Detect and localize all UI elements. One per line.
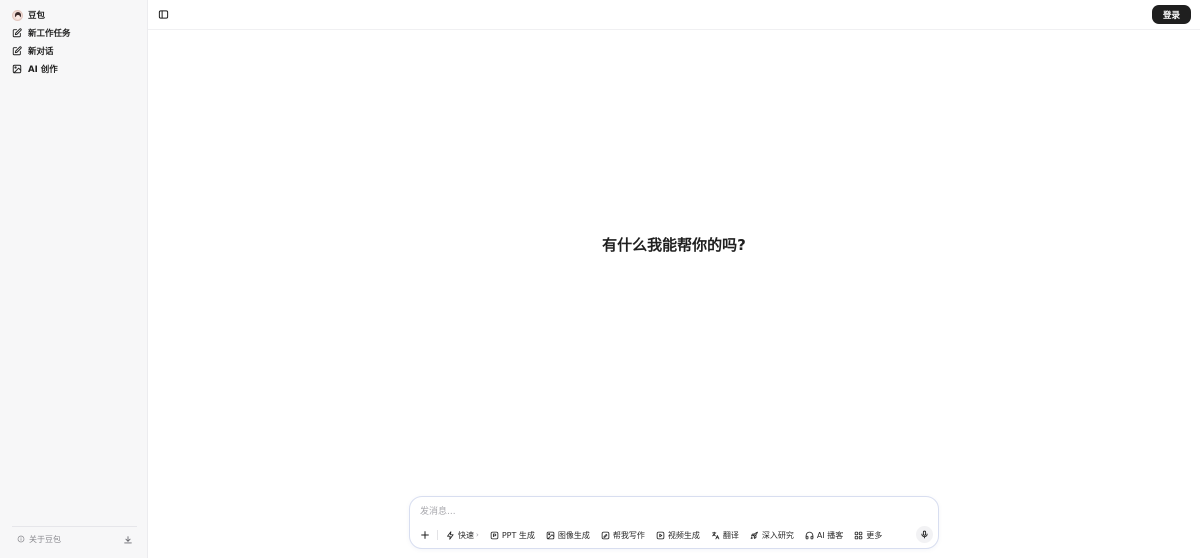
app-window: 豆包 新工作任务 新对话 AI 创作 关于豆包 登录 有什么我能帮你的吗? 发消…	[0, 0, 1200, 558]
tool-label: 帮我写作	[612, 530, 645, 540]
edit-icon	[11, 45, 23, 57]
sidebar-item-label: 豆包	[28, 11, 46, 21]
tool-label: 视频生成	[667, 530, 700, 540]
download-icon[interactable]	[122, 534, 134, 546]
tool-label: 图像生成	[557, 530, 590, 540]
rocket-icon	[750, 531, 759, 540]
sidebar-nav: 豆包 新工作任务 新对话 AI 创作	[0, 0, 147, 78]
tool-label: 深入研究	[761, 530, 794, 540]
sidebar-item-label: AI 创作	[28, 65, 58, 75]
mode-selector[interactable]: 快速 ›	[446, 530, 479, 541]
about-doubao-link[interactable]: 关于豆包	[12, 534, 61, 545]
sidebar-item-new-chat[interactable]: 新对话	[8, 42, 143, 60]
sidebar-item-new-work-task[interactable]: 新工作任务	[8, 24, 143, 42]
message-composer: 快速 › PPT 生成 图像生成	[409, 496, 939, 549]
tool-translate[interactable]: 翻译	[711, 530, 739, 541]
edit-icon	[11, 27, 23, 39]
sidebar-item-ai-create[interactable]: AI 创作	[8, 60, 143, 78]
video-icon	[656, 531, 665, 540]
info-icon	[17, 535, 26, 544]
sidebar-item-label: 新工作任务	[28, 29, 71, 39]
ppt-icon	[490, 531, 499, 540]
sidebar-item-label: 新对话	[28, 47, 54, 57]
tool-ppt[interactable]: PPT 生成	[490, 530, 535, 541]
tool-deep-research[interactable]: 深入研究	[750, 530, 794, 541]
mode-label: 快速	[458, 530, 474, 540]
grid-icon	[854, 531, 863, 540]
toolbar-divider	[437, 530, 438, 540]
lightning-icon	[446, 530, 455, 540]
translate-icon	[711, 531, 720, 540]
tool-video-generation[interactable]: 视频生成	[656, 530, 700, 541]
login-button[interactable]: 登录	[1152, 5, 1191, 24]
chevron-down-icon: ›	[476, 531, 479, 539]
message-input[interactable]	[420, 505, 900, 519]
sidebar: 豆包 新工作任务 新对话 AI 创作 关于豆包	[0, 0, 148, 558]
sidebar-item-doubao[interactable]: 豆包	[8, 6, 143, 24]
image-icon	[11, 63, 23, 75]
write-icon	[601, 531, 610, 540]
headphones-icon	[805, 531, 814, 540]
tool-image-generation[interactable]: 图像生成	[546, 530, 590, 541]
tool-label: PPT 生成	[501, 530, 535, 540]
tool-label: AI 播客	[816, 530, 844, 540]
microphone-icon[interactable]	[916, 526, 933, 543]
tool-more[interactable]: 更多	[854, 530, 882, 541]
composer-toolbar: 快速 › PPT 生成 图像生成 帮我写作 视频生成 翻译 深入研究 AI 播客…	[418, 528, 893, 542]
tool-writing[interactable]: 帮我写作	[601, 530, 645, 541]
doubao-logo-icon	[11, 9, 23, 21]
top-bar: 登录	[148, 0, 1200, 30]
tool-label: 翻译	[722, 530, 739, 540]
tool-ai-podcast[interactable]: AI 播客	[805, 530, 843, 541]
sidebar-toggle-icon[interactable]	[158, 9, 170, 21]
tool-label: 更多	[866, 530, 883, 540]
image-icon	[546, 531, 555, 540]
about-label: 关于豆包	[29, 535, 61, 544]
page-title: 有什么我能帮你的吗?	[602, 236, 746, 254]
sidebar-footer: 关于豆包	[12, 526, 137, 548]
add-attachment-button[interactable]	[418, 529, 431, 542]
main-area: 登录 有什么我能帮你的吗? 快速 ›	[148, 0, 1200, 558]
